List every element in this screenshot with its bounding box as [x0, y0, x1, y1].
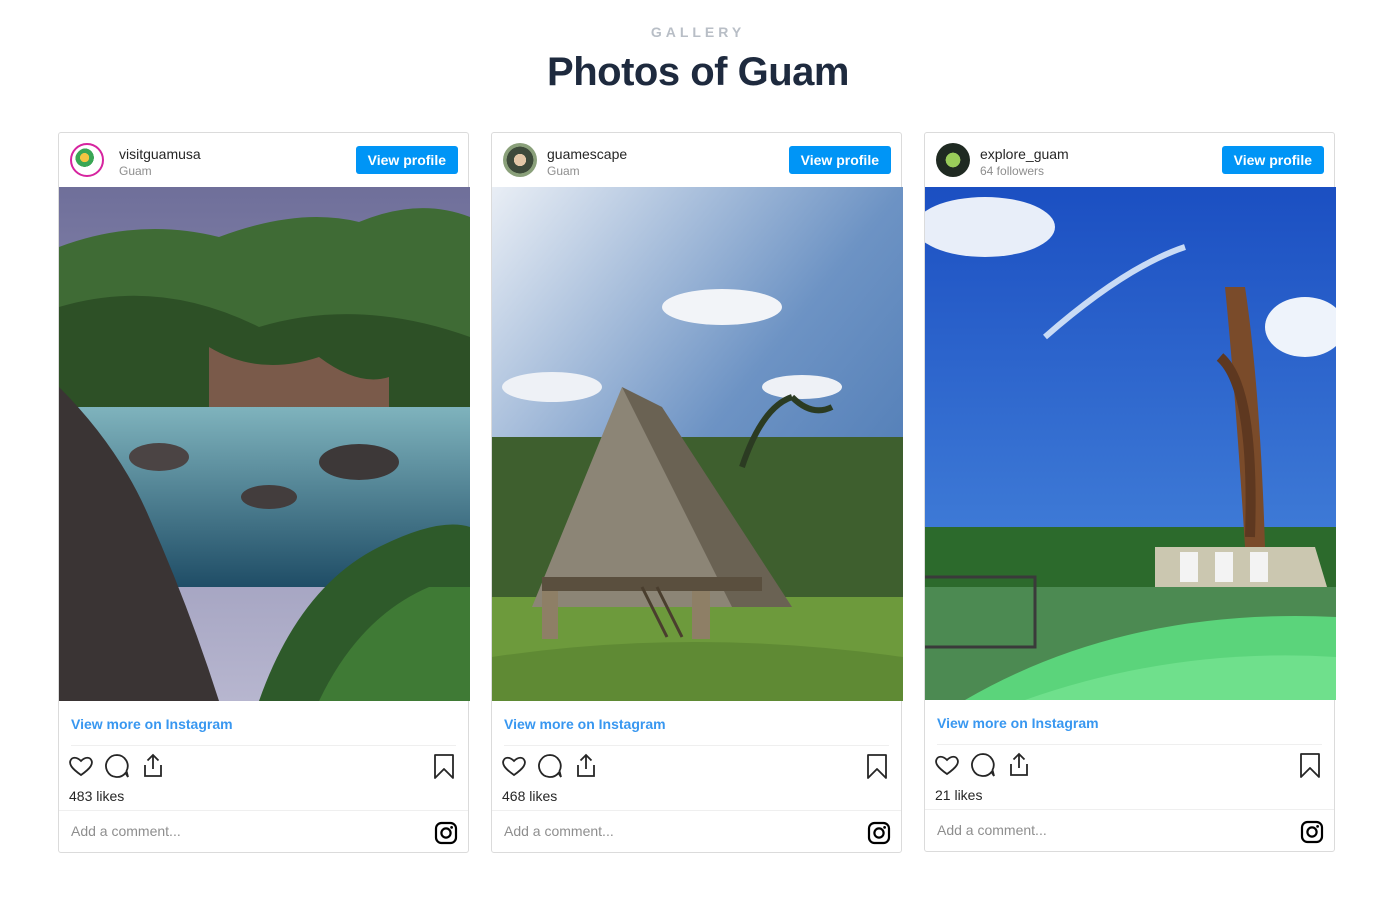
divider — [71, 745, 456, 746]
instagram-logo-icon[interactable] — [434, 821, 458, 845]
heart-icon[interactable] — [933, 751, 961, 779]
post-followers: 64 followers — [980, 164, 1045, 178]
comment-input[interactable] — [502, 822, 806, 840]
comment-input[interactable] — [935, 821, 1239, 839]
bookmark-icon[interactable] — [863, 752, 891, 780]
share-icon[interactable] — [572, 752, 600, 780]
instagram-post-card: explore_guam 64 followers View profile V… — [924, 132, 1336, 853]
post-header: visitguamusa Guam View profile — [59, 133, 468, 188]
comment-row — [59, 810, 468, 854]
instagram-logo-icon[interactable] — [1300, 820, 1324, 844]
heart-icon[interactable] — [67, 752, 95, 780]
comment-icon[interactable] — [969, 751, 997, 779]
view-profile-button[interactable]: View profile — [788, 146, 891, 174]
post-username[interactable]: guamescape — [547, 146, 627, 162]
likes-count: 21 likes — [935, 787, 983, 803]
post-photo[interactable] — [59, 187, 470, 701]
view-more-link[interactable]: View more on Instagram — [937, 715, 1099, 731]
view-profile-button[interactable]: View profile — [355, 146, 458, 174]
share-icon[interactable] — [1005, 751, 1033, 779]
post-photo[interactable] — [925, 187, 1336, 700]
comment-input[interactable] — [69, 822, 373, 840]
instagram-logo-icon[interactable] — [867, 821, 891, 845]
post-location: Guam — [547, 164, 580, 178]
section-label: GALLERY — [650, 24, 746, 40]
view-profile-button[interactable]: View profile — [1221, 146, 1324, 174]
view-more-link[interactable]: View more on Instagram — [504, 716, 666, 732]
avatar[interactable] — [503, 143, 537, 177]
bookmark-icon[interactable] — [430, 752, 458, 780]
view-more-link[interactable]: View more on Instagram — [71, 716, 233, 732]
heart-icon[interactable] — [500, 752, 528, 780]
divider — [937, 744, 1322, 745]
likes-count: 468 likes — [502, 788, 558, 804]
bookmark-icon[interactable] — [1296, 751, 1324, 779]
likes-count: 483 likes — [69, 788, 125, 804]
post-header: explore_guam 64 followers View profile — [925, 133, 1334, 188]
comment-row — [925, 809, 1334, 853]
post-username[interactable]: explore_guam — [980, 146, 1069, 162]
post-username[interactable]: visitguamusa — [119, 146, 201, 162]
comment-icon[interactable] — [103, 752, 131, 780]
page-title: Photos of Guam — [547, 50, 849, 94]
post-photo[interactable] — [492, 187, 903, 701]
post-location: Guam — [119, 164, 152, 178]
share-icon[interactable] — [139, 752, 167, 780]
divider — [504, 745, 889, 746]
avatar[interactable] — [70, 143, 104, 177]
comment-icon[interactable] — [536, 752, 564, 780]
instagram-post-card: guamescape Guam View profile View more o… — [491, 132, 903, 854]
comment-row — [492, 810, 901, 854]
instagram-post-card: visitguamusa Guam View profile View more… — [58, 132, 470, 854]
avatar[interactable] — [936, 143, 970, 177]
post-header: guamescape Guam View profile — [492, 133, 901, 188]
